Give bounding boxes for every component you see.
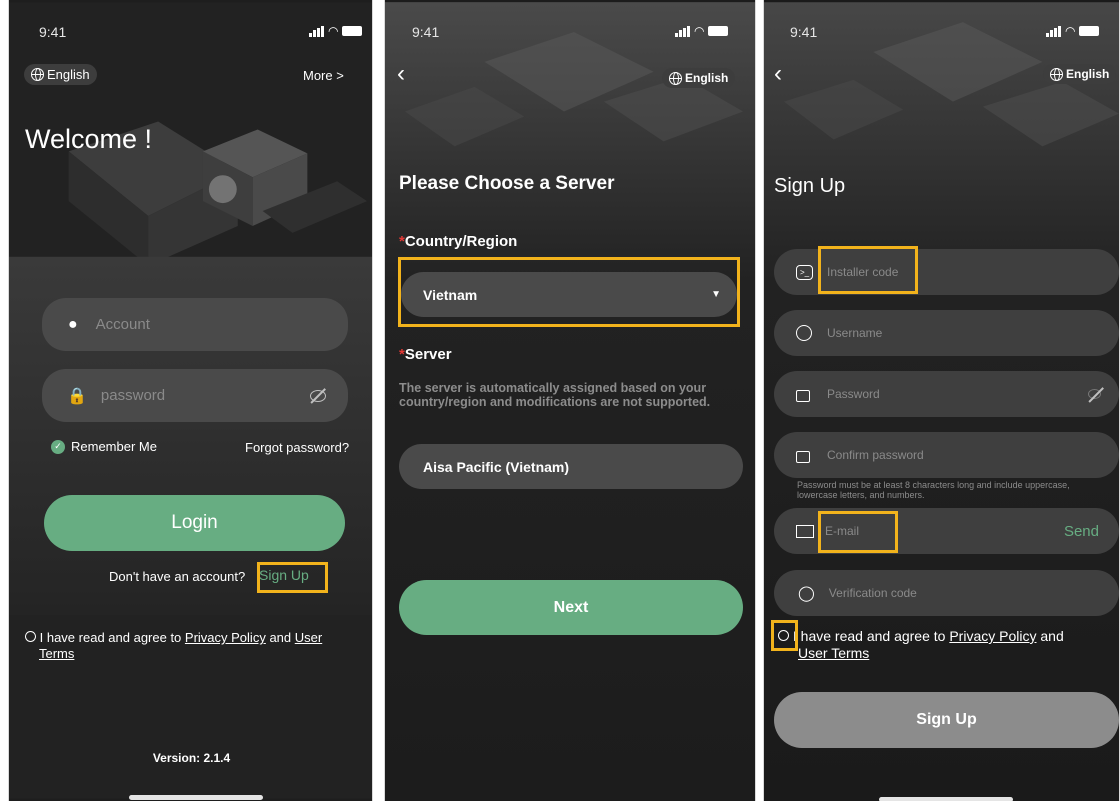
- country-label-text: Country/Region: [404, 233, 518, 250]
- language-label: English: [47, 67, 90, 82]
- and-text: and: [265, 630, 295, 645]
- back-icon[interactable]: ‹: [774, 62, 782, 86]
- privacy-policy-link[interactable]: Privacy Policy: [185, 630, 266, 645]
- status-icons: ◠: [675, 24, 729, 38]
- next-button[interactable]: Next: [399, 580, 743, 635]
- wifi-icon: ◠: [694, 24, 705, 38]
- battery-icon: [708, 26, 729, 36]
- shield-check-icon: ◯: [798, 585, 815, 602]
- agree-prefix: I have read and agree to: [39, 630, 185, 645]
- server-note: The server is automatically assigned bas…: [399, 381, 711, 409]
- remember-me-label: Remember Me: [71, 439, 157, 454]
- eye-off-icon[interactable]: [310, 389, 326, 402]
- battery-icon: [342, 26, 363, 36]
- installer-code-highlight: [818, 246, 918, 294]
- confirm-password-placeholder: Confirm password: [827, 448, 924, 462]
- wifi-icon: ◠: [1065, 24, 1076, 38]
- more-link[interactable]: More >: [303, 68, 344, 83]
- language-label: English: [685, 71, 729, 85]
- eye-off-icon[interactable]: [1088, 389, 1101, 399]
- send-button[interactable]: Send: [1064, 523, 1099, 540]
- status-icons: ◠: [309, 24, 363, 38]
- sign-up-highlight: [257, 562, 328, 593]
- user-circle-icon: [796, 325, 812, 341]
- back-icon[interactable]: ‹: [397, 62, 405, 86]
- password-hint: Password must be at least 8 characters l…: [797, 480, 1070, 500]
- signal-icon: [309, 25, 324, 37]
- home-indicator: [129, 795, 263, 800]
- and-text: and: [1036, 628, 1064, 644]
- signal-icon: [1046, 25, 1061, 37]
- check-circle-icon: ✓: [51, 439, 65, 454]
- battery-icon: [1079, 26, 1100, 36]
- globe-icon: [669, 71, 682, 85]
- confirm-password-input[interactable]: Confirm password: [774, 432, 1119, 478]
- signal-icon: [675, 25, 690, 37]
- page-title: Please Choose a Server: [399, 173, 615, 194]
- lock-icon: [796, 390, 810, 402]
- login-screen: 9:41 ◠ English More > Welcome ! ● Accoun…: [8, 0, 373, 801]
- page-title: Sign Up: [774, 175, 846, 197]
- welcome-title: Welcome !: [25, 124, 153, 154]
- user-terms-link-continued[interactable]: Terms: [39, 646, 74, 661]
- country-label: *Country/Region: [399, 233, 517, 250]
- choose-server-screen: 9:41 ◠ ‹ English Please Choose a Server …: [384, 0, 756, 801]
- password-input[interactable]: Password: [774, 371, 1119, 417]
- server-field: Aisa Pacific (Vietnam): [399, 444, 743, 489]
- password-input[interactable]: 🔒 password: [42, 369, 348, 422]
- language-selector[interactable]: English: [1043, 64, 1117, 84]
- status-time: 9:41: [790, 24, 818, 40]
- sign-up-button[interactable]: Sign Up: [774, 692, 1119, 748]
- password-placeholder: Password: [827, 387, 880, 401]
- globe-icon: [31, 68, 44, 81]
- status-time: 9:41: [39, 24, 67, 40]
- country-select-highlight: [398, 257, 740, 327]
- user-terms-link[interactable]: User: [295, 630, 322, 645]
- server-value: Aisa Pacific (Vietnam): [423, 458, 570, 475]
- language-selector[interactable]: English: [662, 68, 736, 88]
- account-input[interactable]: ● Account: [42, 298, 348, 351]
- user-icon: ●: [68, 315, 78, 333]
- no-account-text: Don't have an account?: [109, 569, 246, 584]
- lock-icon: 🔒: [67, 387, 87, 405]
- sign-up-screen: 9:41 ◠ ‹ English Sign Up >_ Installer co…: [763, 0, 1120, 801]
- agree-radio-highlight: [771, 620, 798, 651]
- agree-prefix: I have read and agree to: [792, 628, 950, 644]
- status-icons: ◠: [1046, 24, 1100, 38]
- username-placeholder: Username: [827, 326, 883, 340]
- account-placeholder: Account: [95, 316, 150, 333]
- wifi-icon: ◠: [328, 24, 339, 38]
- verification-placeholder: Verification code: [828, 586, 917, 600]
- terms-agreement: I have read and agree to Privacy Policy …: [778, 628, 1118, 662]
- user-terms-link[interactable]: User Terms: [798, 645, 869, 661]
- server-label-text: Server: [404, 346, 452, 363]
- terms-agreement: I have read and agree to Privacy Policy …: [25, 630, 365, 662]
- mail-icon: [796, 524, 814, 538]
- agree-radio[interactable]: [25, 631, 36, 642]
- privacy-policy-link[interactable]: Privacy Policy: [949, 628, 1036, 644]
- remember-me-checkbox[interactable]: ✓ Remember Me: [51, 439, 157, 454]
- globe-icon: [1050, 67, 1063, 81]
- verification-code-input[interactable]: ◯ Verification code: [774, 570, 1119, 616]
- password-placeholder: password: [100, 387, 166, 404]
- status-time: 9:41: [412, 24, 440, 40]
- login-button[interactable]: Login: [44, 495, 345, 551]
- language-selector[interactable]: English: [24, 64, 97, 85]
- language-label: English: [1066, 67, 1110, 81]
- terminal-icon: >_: [796, 264, 813, 280]
- username-input[interactable]: Username: [774, 310, 1119, 356]
- lock-icon: [796, 451, 810, 463]
- email-highlight: [818, 511, 898, 553]
- server-label: *Server: [399, 346, 452, 363]
- home-indicator: [879, 797, 1013, 801]
- forgot-password-link[interactable]: Forgot password?: [245, 440, 349, 455]
- version-label: Version: 2.1.4: [152, 751, 231, 765]
